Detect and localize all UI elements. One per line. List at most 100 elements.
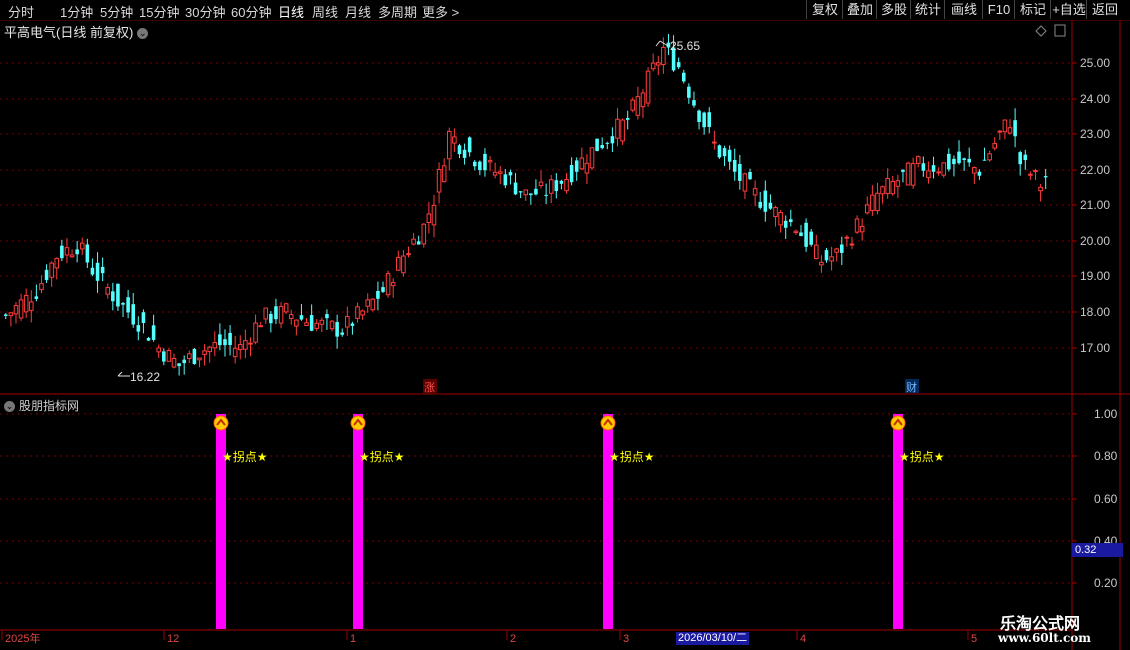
candle-body xyxy=(1007,127,1013,134)
signal-up-icon xyxy=(600,415,616,431)
signal-label: ★拐点★ xyxy=(899,449,945,464)
candle-body xyxy=(355,306,360,319)
candle-body xyxy=(554,180,559,192)
chevron-down-icon[interactable]: ⌄ xyxy=(4,401,15,413)
candle-body xyxy=(381,287,385,292)
candle-body xyxy=(814,244,819,260)
candle-body xyxy=(431,204,437,226)
chart-canvas[interactable]: 25.00 24.00 23.00 22.00 21.00 20.00 19.0… xyxy=(0,0,1130,650)
candle-body xyxy=(116,283,120,307)
candle-body xyxy=(421,223,427,245)
candle-body xyxy=(630,99,636,111)
candle-body xyxy=(824,250,829,261)
signal-up-icon xyxy=(213,415,229,431)
candle-body xyxy=(141,312,146,324)
indicator-tick: 0.80 xyxy=(1094,449,1118,463)
candle-body xyxy=(497,171,503,174)
candle-body xyxy=(396,256,401,271)
date-tick: 1 xyxy=(350,633,356,645)
chevron-down-icon[interactable]: ⌄ xyxy=(137,28,149,40)
candle-body xyxy=(977,171,982,176)
indicator-tick: 0.60 xyxy=(1094,492,1118,506)
candle-body xyxy=(197,357,202,361)
low-price-label: 16.22 xyxy=(130,370,160,384)
candle-body xyxy=(1013,120,1017,137)
candle-body xyxy=(492,171,498,176)
window-icon[interactable] xyxy=(1054,24,1066,37)
price-tick: 18.00 xyxy=(1080,305,1110,319)
indicator-axis: 1.00 0.80 0.60 0.40 0.20 xyxy=(1072,407,1118,590)
candle-body xyxy=(151,325,156,340)
candle-body xyxy=(1038,186,1043,192)
diamond-icon[interactable] xyxy=(1035,25,1047,37)
price-tick: 19.00 xyxy=(1080,269,1110,283)
candle-body xyxy=(681,72,686,82)
candle-body xyxy=(365,299,370,307)
candle-body xyxy=(319,319,325,325)
candle-body xyxy=(416,241,421,245)
candle-body xyxy=(126,297,130,313)
candle-body xyxy=(901,169,905,172)
finance-marker[interactable]: 财 xyxy=(906,380,917,394)
indicator-title-text: 股朋指标网 xyxy=(19,399,80,413)
watermark-url: www.60lt.com xyxy=(998,631,1091,645)
candle-body xyxy=(997,130,1003,133)
candle-body xyxy=(100,266,105,274)
candle-body xyxy=(202,350,207,355)
candle-body xyxy=(936,171,941,174)
candle-body xyxy=(595,138,599,152)
candle-body xyxy=(345,316,350,328)
candle-body xyxy=(676,62,681,68)
candle-body xyxy=(829,256,834,262)
candle-body xyxy=(376,290,380,299)
candle-body xyxy=(875,192,880,212)
signal-label: ★拐点★ xyxy=(609,449,655,464)
candle-body xyxy=(294,319,299,327)
candle-body xyxy=(28,301,34,311)
candle-body xyxy=(615,118,620,139)
price-tick: 24.00 xyxy=(1080,92,1110,106)
candle-body xyxy=(915,156,921,164)
candle-body xyxy=(350,323,355,326)
candle-body xyxy=(738,164,742,181)
candle-body xyxy=(600,145,604,149)
candle-body xyxy=(962,158,966,160)
candle-body xyxy=(406,253,411,256)
candle-body xyxy=(513,182,518,195)
candle-body xyxy=(992,143,997,149)
candle-body xyxy=(1018,152,1022,165)
candle-body xyxy=(687,86,691,98)
date-tick: 2 xyxy=(510,633,516,645)
candle-body xyxy=(538,181,544,186)
candle-body xyxy=(269,313,273,324)
candle-body xyxy=(177,363,181,367)
indicator-title[interactable]: ⌄ 股朋指标网 xyxy=(4,397,79,414)
candle-body xyxy=(218,334,222,346)
candle-body xyxy=(947,153,951,170)
candle-body xyxy=(8,312,14,317)
rise-marker[interactable]: 涨 xyxy=(424,381,435,394)
candle-body xyxy=(574,160,579,172)
candle-body xyxy=(232,347,238,358)
candle-body xyxy=(544,194,548,196)
candle-body xyxy=(487,160,493,163)
candle-body xyxy=(457,145,462,155)
high-pointer xyxy=(655,40,669,47)
candle-body xyxy=(931,165,936,172)
stock-title[interactable]: 平高电气(日线 前复权) ⌄ xyxy=(4,22,149,41)
candle-body xyxy=(564,178,569,192)
low-pointer xyxy=(117,371,130,377)
candle-body xyxy=(304,322,309,327)
candle-body xyxy=(243,340,248,350)
signal-series: ★拐点★ ★拐点★ ★拐点★ ★拐点★ xyxy=(213,414,945,629)
candle-body xyxy=(661,46,666,66)
candle-body xyxy=(390,282,396,287)
date-tick: 12 xyxy=(167,633,179,645)
signal-bar xyxy=(216,414,226,629)
candle-body xyxy=(95,262,100,281)
indicator-grid xyxy=(0,413,1072,584)
indicator-tick: 0.20 xyxy=(1094,576,1118,590)
date-axis: 2025年 12 1 2 3 4 5 xyxy=(1,630,977,645)
candle-body xyxy=(223,339,227,346)
candle-body xyxy=(640,92,646,108)
